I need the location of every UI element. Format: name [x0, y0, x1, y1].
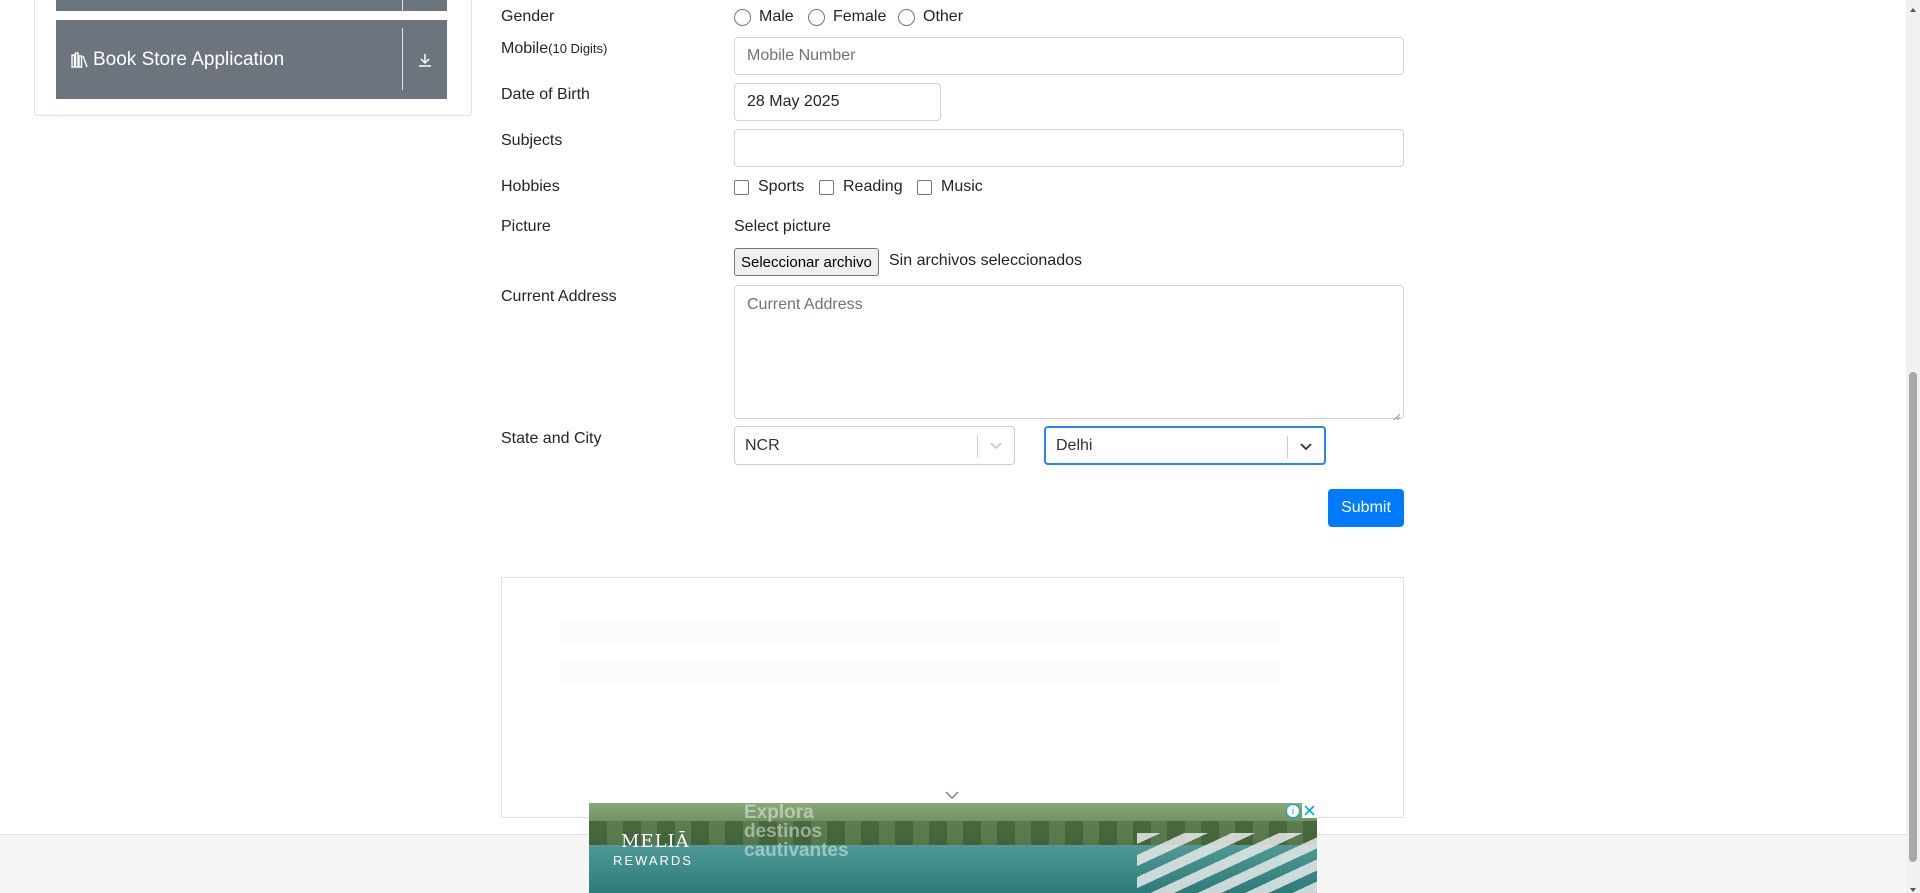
sidebar-item-book-store[interactable]: Book Store Application	[56, 20, 447, 99]
select-divider	[1287, 436, 1288, 458]
checkbox-label: Music	[941, 178, 983, 195]
hobby-music-checkbox[interactable]: Music	[917, 178, 983, 196]
state-select-value: NCR	[745, 436, 780, 454]
state-select[interactable]: NCR	[734, 426, 1015, 465]
choose-file-button[interactable]: Seleccionar archivo	[734, 248, 879, 276]
scroll-up-icon[interactable]	[1910, 0, 1916, 12]
scrollbar-thumb[interactable]	[1909, 372, 1917, 862]
radio-label: Female	[833, 8, 887, 25]
ad-brand: MELIĀ	[621, 831, 690, 852]
checkbox-label: Sports	[758, 178, 805, 195]
resize-handle-icon[interactable]	[1393, 408, 1401, 421]
mobile-hint: (10 Digits)	[548, 41, 608, 56]
gender-label: Gender	[501, 8, 555, 25]
dob-label: Date of Birth	[501, 86, 590, 103]
submit-button[interactable]: Submit	[1328, 489, 1404, 527]
checkbox-box[interactable]	[917, 179, 932, 195]
radio-circle[interactable]	[898, 8, 915, 26]
current-address-label: Current Address	[501, 288, 617, 305]
gender-female-radio[interactable]: Female	[808, 8, 886, 26]
checkbox-label: Reading	[843, 178, 903, 195]
select-picture-caption: Select picture	[734, 218, 831, 235]
sidebar-item-divider	[402, 28, 403, 90]
ad-info-icon[interactable]: i	[1286, 804, 1300, 818]
radio-circle[interactable]	[734, 8, 751, 26]
ad-brand-sub: REWARDS	[613, 853, 693, 868]
books-icon	[70, 50, 90, 70]
banner-ad[interactable]: MELIĀ REWARDS Explora destinos cautivant…	[589, 803, 1317, 893]
subjects-label: Subjects	[501, 132, 563, 149]
mobile-input[interactable]: Mobile Number	[734, 37, 1404, 75]
dob-input[interactable]: 28 May 2025	[734, 83, 941, 121]
sidebar-item-prev[interactable]	[56, 0, 447, 11]
sidebar-item-label: Book Store Application	[93, 48, 285, 70]
chevron-down-icon[interactable]	[1296, 437, 1316, 457]
select-divider	[977, 435, 978, 457]
picture-label: Picture	[501, 218, 551, 235]
current-address-textarea[interactable]: Current Address	[734, 285, 1404, 421]
close-icon[interactable]	[1302, 803, 1317, 818]
ad-tagline: Explora destinos cautivantes	[744, 803, 849, 861]
checkbox-box[interactable]	[734, 179, 749, 195]
chevron-down-icon[interactable]	[986, 436, 1006, 456]
scroll-down-icon[interactable]	[1910, 880, 1916, 892]
mobile-label-text: Mobile	[501, 40, 549, 57]
hobbies-label: Hobbies	[501, 178, 560, 195]
state-city-label: State and City	[501, 430, 602, 447]
gender-other-radio[interactable]: Other	[898, 8, 963, 26]
hobby-sports-checkbox[interactable]: Sports	[734, 178, 804, 196]
radio-label: Male	[759, 8, 794, 25]
radio-label: Other	[923, 8, 964, 25]
radio-circle[interactable]	[808, 8, 825, 26]
ad-loungers	[1137, 833, 1317, 893]
download-icon[interactable]	[411, 46, 439, 74]
mobile-label: Mobile(10 Digits)	[501, 40, 607, 58]
gender-male-radio[interactable]: Male	[734, 8, 794, 26]
textarea-placeholder: Current Address	[747, 296, 863, 313]
ad-placeholder-content	[560, 620, 1280, 700]
file-status-text: Sin archivos seleccionados	[889, 252, 1082, 269]
city-select-value: Delhi	[1056, 436, 1093, 454]
subjects-input[interactable]	[734, 129, 1404, 167]
checkbox-box[interactable]	[819, 179, 834, 195]
hobby-reading-checkbox[interactable]: Reading	[819, 178, 903, 196]
city-select[interactable]: Delhi	[1044, 426, 1326, 465]
chevron-down-icon[interactable]	[944, 788, 960, 800]
